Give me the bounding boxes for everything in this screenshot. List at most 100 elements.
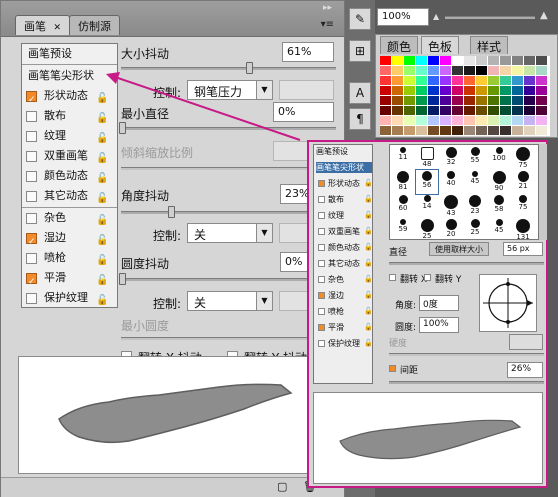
swatch[interactable] [428,106,439,115]
inset-list-item[interactable]: 🔓 纹理 [316,210,373,221]
swatch[interactable] [476,66,487,75]
swatch[interactable] [452,66,463,75]
lock-icon[interactable]: 🔓 [364,306,373,317]
checkbox[interactable] [318,260,325,267]
swatch[interactable] [476,86,487,95]
swatch[interactable] [440,96,451,105]
list-item-brush-tip-shape[interactable]: 画笔笔尖形状 [26,66,94,86]
swatch[interactable] [440,66,451,75]
swatch[interactable] [428,116,439,125]
swatch[interactable] [536,76,547,85]
use-sample-size-button[interactable]: 使用取样大小 [429,242,489,256]
swatch[interactable] [476,96,487,105]
flip-y-option[interactable]: 翻转 Y [424,272,484,285]
diameter-slider[interactable] [389,262,544,265]
swatch[interactable] [440,86,451,95]
swatch[interactable] [416,76,427,85]
swatch[interactable] [416,116,427,125]
lock-icon[interactable]: 🔓 [364,338,373,349]
zoom-slider[interactable] [445,16,535,19]
brush-tip[interactable]: 59 [392,218,414,242]
angle-jitter-slider[interactable] [121,211,336,214]
swatch[interactable] [404,116,415,125]
brush-tip[interactable]: 25 [416,218,438,242]
swatch[interactable] [500,86,511,95]
checkbox[interactable] [26,151,37,162]
swatch[interactable] [428,86,439,95]
swatch[interactable] [524,126,535,135]
swatch[interactable] [404,86,415,95]
brush-tip[interactable]: 21 [512,170,534,194]
lock-icon[interactable]: 🔓 [364,210,373,221]
swatch[interactable] [464,86,475,95]
list-item-other-dynamics[interactable]: 其它动态 🔓 [22,186,117,206]
brush-tip[interactable]: 45 [488,218,510,242]
brush-tip[interactable]: 75 [512,194,534,218]
checkbox[interactable] [26,90,37,110]
brush-tip[interactable]: 48 [416,146,438,170]
brush-tip[interactable]: 20 [440,218,462,242]
roundness-field[interactable]: 100% [419,317,459,333]
lock-icon[interactable]: 🔓 [364,322,373,333]
checkbox[interactable] [26,191,37,202]
swatch[interactable] [380,76,391,85]
angle-field[interactable]: 0度 [419,295,459,311]
swatch[interactable] [416,86,427,95]
swatch[interactable] [512,126,523,135]
swatch[interactable] [476,76,487,85]
brush-tip[interactable]: 90 [488,170,510,194]
checkbox[interactable] [389,365,396,372]
swatch[interactable] [404,66,415,75]
brush-tip[interactable]: 32 [440,146,462,170]
swatch-grid[interactable] [380,56,550,136]
swatch[interactable] [524,96,535,105]
tab-color[interactable]: 颜色 [380,36,419,54]
swatch[interactable] [524,56,535,65]
swatch[interactable] [476,116,487,125]
zoom-in-icon[interactable]: ▲ [540,10,548,21]
swatch[interactable] [428,96,439,105]
swatch[interactable] [512,86,523,95]
inset-list-item[interactable]: 🔓 颜色动态 [316,242,373,253]
checkbox[interactable] [424,274,431,281]
lock-icon[interactable]: 🔓 [96,291,108,311]
swatch[interactable] [440,116,451,125]
brush-tip[interactable]: 56 [415,169,439,195]
brush-tip[interactable]: 43 [440,194,462,218]
checkbox[interactable] [318,244,325,251]
checkbox[interactable] [318,276,325,283]
swatch[interactable] [500,126,511,135]
checkbox[interactable] [26,253,37,264]
tab-brush[interactable]: 画笔 ✕ [15,15,71,35]
swatch[interactable] [464,56,475,65]
angle-roundness-widget[interactable] [479,274,537,332]
lock-icon[interactable]: 🔓 [364,274,373,285]
brush-tip[interactable]: 60 [392,194,414,218]
tab-styles[interactable]: 样式 [470,36,509,54]
swatch[interactable] [404,56,415,65]
swatch[interactable] [392,86,403,95]
checkbox[interactable] [318,212,325,219]
swatch[interactable] [416,126,427,135]
brush-panel-icon[interactable]: ✎ [349,8,371,30]
inset-list-item[interactable]: 画笔笔尖形状 [316,162,372,173]
checkbox[interactable] [26,131,37,142]
swatch[interactable] [392,66,403,75]
swatch[interactable] [440,56,451,65]
swatch[interactable] [416,106,427,115]
swatch[interactable] [476,126,487,135]
swatch[interactable] [452,116,463,125]
swatch[interactable] [452,76,463,85]
inset-list-item[interactable]: 🔓 双重画笔 [316,226,373,237]
swatch[interactable] [536,106,547,115]
brush-tip[interactable]: 100 [488,146,510,170]
swatch[interactable] [392,76,403,85]
swatch[interactable] [512,106,523,115]
list-item-brush-presets[interactable]: 画笔预设 [26,44,72,64]
brush-tip[interactable]: 55 [464,146,486,170]
swatch[interactable] [512,76,523,85]
checkbox[interactable] [318,228,325,235]
swatch[interactable] [524,116,535,125]
list-item-wet-edges[interactable]: 湿边 🔓 [22,228,117,252]
swatch[interactable] [452,86,463,95]
